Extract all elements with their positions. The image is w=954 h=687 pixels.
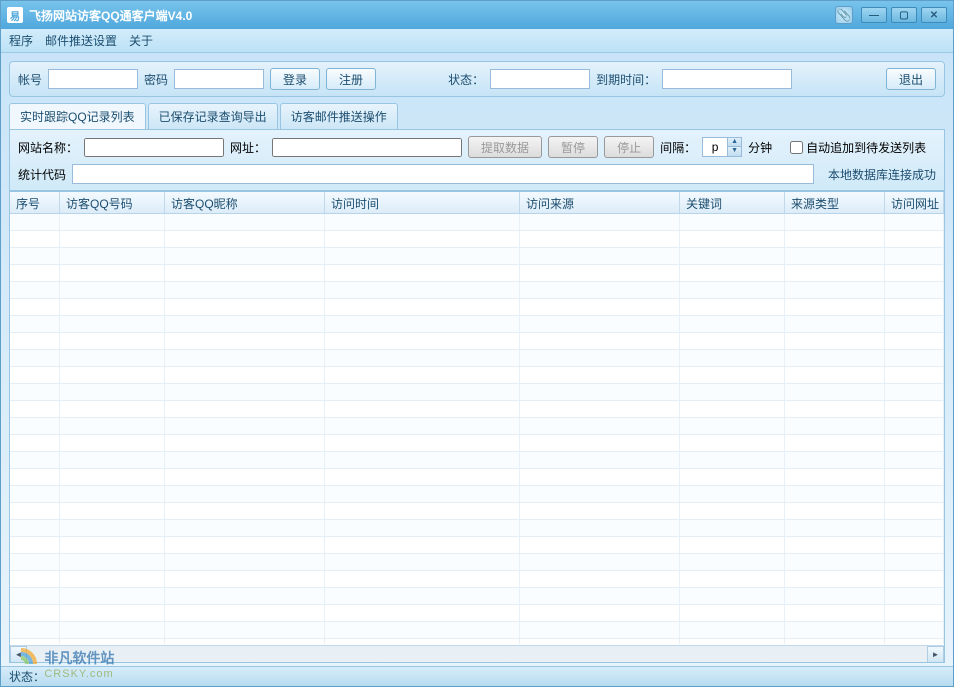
site-url-input[interactable] <box>272 138 462 157</box>
window-title: 飞扬网站访客QQ通客户端V4.0 <box>29 7 835 24</box>
table-row[interactable] <box>10 265 944 282</box>
scroll-track[interactable] <box>27 646 927 662</box>
login-button[interactable]: 登录 <box>270 68 320 90</box>
auto-append-label: 自动追加到待发送列表 <box>806 139 926 156</box>
table-row[interactable] <box>10 384 944 401</box>
password-input[interactable] <box>174 69 264 89</box>
spinner-up-icon[interactable]: ▲ <box>727 138 741 147</box>
menubar: 程序 邮件推送设置 关于 <box>1 29 953 53</box>
horizontal-scrollbar[interactable]: ◄ ► <box>10 645 944 662</box>
col-qq-nick[interactable]: 访客QQ昵称 <box>165 192 325 213</box>
table-row[interactable] <box>10 418 944 435</box>
menu-mail-settings[interactable]: 邮件推送设置 <box>45 32 117 49</box>
window-controls: — ▢ ✕ <box>861 7 947 23</box>
table-header: 序号 访客QQ号码 访客QQ昵称 访问时间 访问来源 关键词 来源类型 访问网址 <box>10 192 944 214</box>
expire-value <box>662 69 792 89</box>
tab-realtime[interactable]: 实时跟踪QQ记录列表 <box>9 103 146 129</box>
pin-icon[interactable]: 📎 <box>835 6 853 24</box>
interval-spinner[interactable]: ▲ ▼ <box>702 137 742 157</box>
table-row[interactable] <box>10 537 944 554</box>
pause-button[interactable]: 暂停 <box>548 136 598 158</box>
interval-label: 间隔： <box>660 139 696 156</box>
tab-mail-push[interactable]: 访客邮件推送操作 <box>280 103 398 129</box>
menu-program[interactable]: 程序 <box>9 32 33 49</box>
table-row[interactable] <box>10 452 944 469</box>
stop-button[interactable]: 停止 <box>604 136 654 158</box>
site-name-label: 网站名称： <box>18 139 78 156</box>
col-qq-number[interactable]: 访客QQ号码 <box>60 192 165 213</box>
table-row[interactable] <box>10 520 944 537</box>
account-input[interactable] <box>48 69 138 89</box>
content-area: 帐号 密码 登录 注册 状态： 到期时间： 退出 实时跟踪QQ记录列表 已保存记… <box>1 53 953 671</box>
maximize-button[interactable]: ▢ <box>891 7 917 23</box>
table-row[interactable] <box>10 231 944 248</box>
register-button[interactable]: 注册 <box>326 68 376 90</box>
app-window: 易 飞扬网站访客QQ通客户端V4.0 📎 — ▢ ✕ 程序 邮件推送设置 关于 … <box>0 0 954 687</box>
col-visit-url[interactable]: 访问网址 <box>885 192 944 213</box>
table-row[interactable] <box>10 435 944 452</box>
table-row[interactable] <box>10 299 944 316</box>
exit-button[interactable]: 退出 <box>886 68 936 90</box>
table-row[interactable] <box>10 503 944 520</box>
expire-label: 到期时间： <box>596 71 656 88</box>
fetch-data-button[interactable]: 提取数据 <box>468 136 542 158</box>
login-panel: 帐号 密码 登录 注册 状态： 到期时间： 退出 <box>9 61 945 97</box>
statusbar-label: 状态： <box>9 668 45 685</box>
auto-append-input[interactable] <box>790 141 803 154</box>
table-row[interactable] <box>10 333 944 350</box>
db-status: 本地数据库连接成功 <box>828 166 936 183</box>
app-icon: 易 <box>7 7 23 23</box>
menu-about[interactable]: 关于 <box>129 32 153 49</box>
table-row[interactable] <box>10 639 944 644</box>
table-row[interactable] <box>10 571 944 588</box>
tab-saved-export[interactable]: 已保存记录查询导出 <box>148 103 278 129</box>
table-row[interactable] <box>10 214 944 231</box>
stat-code-input[interactable] <box>72 164 814 184</box>
table-row[interactable] <box>10 248 944 265</box>
table-row[interactable] <box>10 316 944 333</box>
interval-unit: 分钟 <box>748 139 772 156</box>
status-label: 状态： <box>448 71 484 88</box>
table-row[interactable] <box>10 367 944 384</box>
password-label: 密码 <box>144 71 168 88</box>
status-value <box>490 69 590 89</box>
table-row[interactable] <box>10 469 944 486</box>
close-button[interactable]: ✕ <box>921 7 947 23</box>
interval-input[interactable] <box>703 138 727 156</box>
statusbar: 状态： <box>1 666 953 686</box>
col-seq[interactable]: 序号 <box>10 192 60 213</box>
account-label: 帐号 <box>18 71 42 88</box>
table-row[interactable] <box>10 622 944 639</box>
table-row[interactable] <box>10 401 944 418</box>
minimize-button[interactable]: — <box>861 7 887 23</box>
col-source-type[interactable]: 来源类型 <box>785 192 885 213</box>
col-visit-time[interactable]: 访问时间 <box>325 192 520 213</box>
site-url-label: 网址： <box>230 139 266 156</box>
table-body <box>10 214 944 644</box>
table-row[interactable] <box>10 605 944 622</box>
spinner-down-icon[interactable]: ▼ <box>727 147 741 156</box>
data-table: 序号 访客QQ号码 访客QQ昵称 访问时间 访问来源 关键词 来源类型 访问网址… <box>9 191 945 663</box>
table-row[interactable] <box>10 588 944 605</box>
col-visit-source[interactable]: 访问来源 <box>520 192 680 213</box>
scroll-right-icon[interactable]: ► <box>927 646 944 663</box>
table-row[interactable] <box>10 282 944 299</box>
table-row[interactable] <box>10 486 944 503</box>
site-name-input[interactable] <box>84 138 224 157</box>
col-keyword[interactable]: 关键词 <box>680 192 785 213</box>
filter-panel: 网站名称： 网址： 提取数据 暂停 停止 间隔： ▲ ▼ 分钟 <box>9 130 945 191</box>
stat-code-label: 统计代码 <box>18 166 66 183</box>
titlebar: 易 飞扬网站访客QQ通客户端V4.0 📎 — ▢ ✕ <box>1 1 953 29</box>
tabs: 实时跟踪QQ记录列表 已保存记录查询导出 访客邮件推送操作 <box>9 103 945 130</box>
scroll-left-icon[interactable]: ◄ <box>10 646 27 663</box>
table-row[interactable] <box>10 554 944 571</box>
table-row[interactable] <box>10 350 944 367</box>
auto-append-checkbox[interactable]: 自动追加到待发送列表 <box>790 139 926 156</box>
